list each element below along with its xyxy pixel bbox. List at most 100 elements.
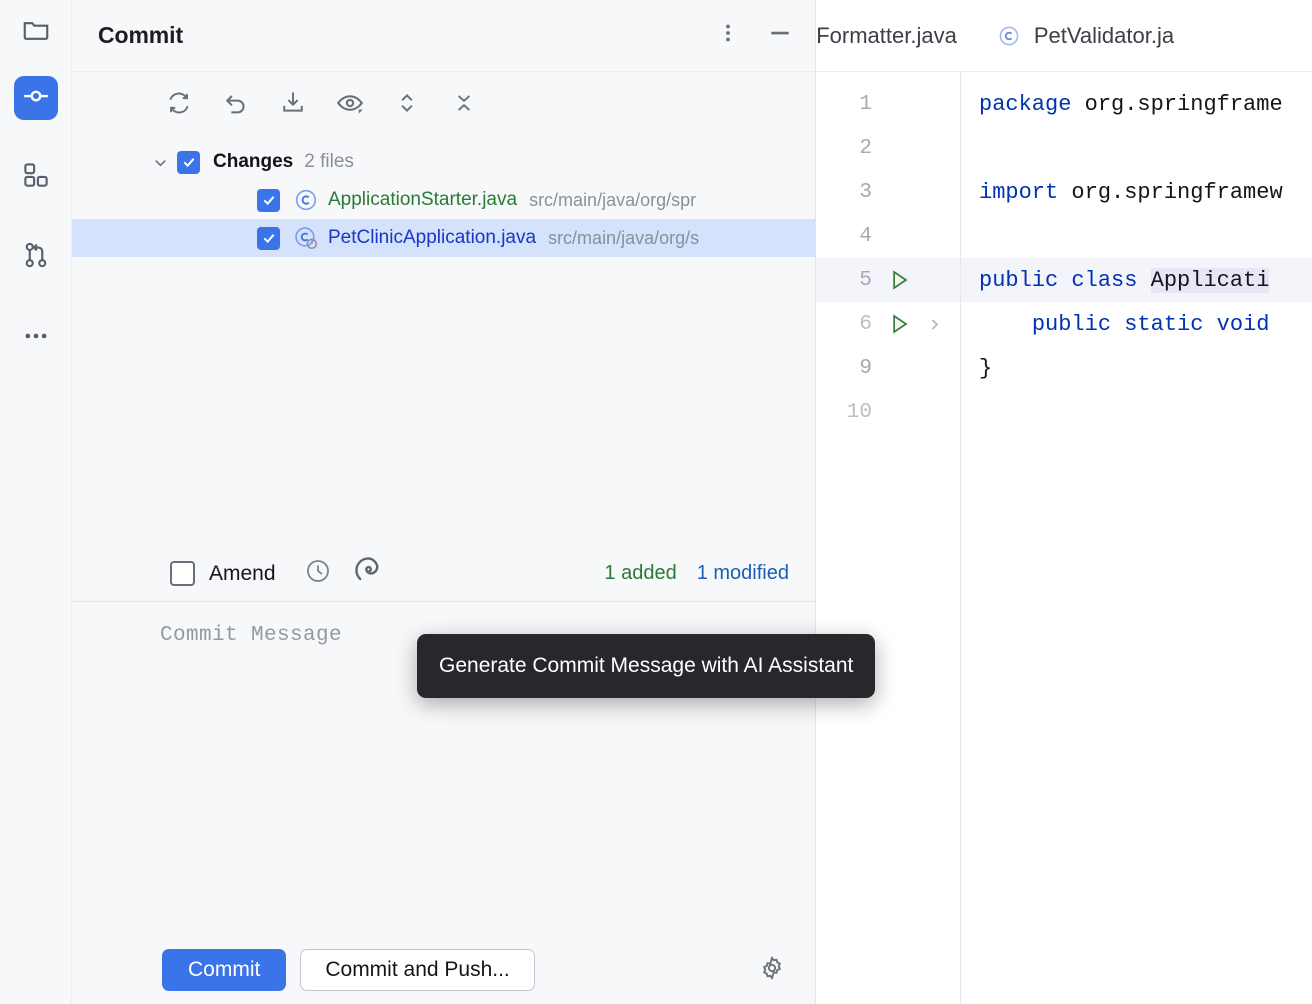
- tab-petvalidator[interactable]: PetValidator.ja: [977, 0, 1194, 72]
- sidebar-item-commit[interactable]: [14, 76, 58, 120]
- line-number: 9: [816, 357, 872, 380]
- gutter-line: 4: [816, 214, 960, 258]
- preview-diff-button[interactable]: [335, 90, 365, 120]
- table-row[interactable]: ApplicationStarter.java src/main/java/or…: [72, 181, 815, 219]
- code-viewport: 1 2 3 4 5 6: [816, 72, 1312, 1004]
- code-indent: [979, 312, 1032, 337]
- status-badge-added: 1 added: [604, 562, 676, 585]
- code-token: import: [979, 180, 1058, 205]
- gear-icon: [758, 954, 786, 987]
- gutter-line: 2: [816, 126, 960, 170]
- code-line: }: [961, 346, 1312, 390]
- code-token: org.springframew: [1058, 180, 1282, 205]
- commit-button[interactable]: Commit: [162, 949, 286, 991]
- changes-root-checkbox[interactable]: [177, 151, 200, 174]
- file-checkbox[interactable]: [257, 189, 280, 212]
- collapse-chevrons-icon: [451, 89, 477, 122]
- clock-icon: [304, 557, 332, 590]
- code-line: [961, 214, 1312, 258]
- sidebar-item-project-folder[interactable]: [14, 10, 58, 54]
- expand-chevrons-icon: [394, 89, 420, 122]
- gutter-line: 1: [816, 82, 960, 126]
- folder-icon: [21, 15, 51, 50]
- commit-panel-header: Commit: [72, 0, 815, 72]
- refresh-changes-button[interactable]: [164, 90, 194, 120]
- amend-bar: Amend 1 added 1 modified: [72, 546, 815, 602]
- sidebar-item-structure[interactable]: [14, 155, 58, 199]
- changes-root-row[interactable]: Changes 2 files: [72, 143, 815, 181]
- line-number: 6: [816, 313, 872, 336]
- branch-merge-icon: [21, 240, 51, 275]
- gutter-line: 5: [816, 258, 960, 302]
- minimize-button[interactable]: [763, 19, 797, 53]
- page-title: Commit: [98, 22, 183, 49]
- status-badge-modified: 1 modified: [697, 562, 789, 585]
- code-line: [961, 390, 1312, 434]
- code-token: Applicati: [1151, 268, 1270, 293]
- commit-tool-window: Commit: [72, 0, 816, 1004]
- code-token: }: [979, 356, 992, 381]
- code-line: [961, 126, 1312, 170]
- header-actions: [711, 19, 815, 53]
- table-row[interactable]: PetClinicApplication.java src/main/java/…: [72, 219, 815, 257]
- line-number: 4: [816, 225, 872, 248]
- commit-and-push-button[interactable]: Commit and Push...: [300, 949, 534, 991]
- line-number: 10: [816, 401, 872, 424]
- code-line: import org.springframew: [961, 170, 1312, 214]
- file-path: src/main/java/org/spr: [529, 190, 696, 211]
- expand-all-button[interactable]: [392, 90, 422, 120]
- grid-squares-icon: [21, 160, 51, 195]
- run-method-button[interactable]: [882, 311, 916, 337]
- line-number: 1: [816, 93, 872, 116]
- activity-bar: [0, 0, 72, 1004]
- amend-label: Amend: [209, 562, 276, 586]
- code-text[interactable]: package org.springframe import org.sprin…: [961, 72, 1312, 1004]
- refresh-icon: [165, 89, 193, 122]
- ai-spiral-icon: [353, 556, 383, 591]
- code-line: public class Applicati: [961, 258, 1312, 302]
- collapse-all-button[interactable]: [449, 90, 479, 120]
- eye-icon: [335, 88, 365, 123]
- tab-label: PetValidator.ja: [1034, 23, 1174, 49]
- run-class-button[interactable]: [882, 267, 916, 293]
- undo-arrow-icon: [222, 89, 250, 122]
- tab-label: eFormatter.java: [816, 23, 957, 49]
- java-class-icon: [997, 24, 1021, 48]
- download-icon: [279, 89, 307, 122]
- sidebar-item-more[interactable]: [14, 316, 58, 360]
- changes-root-label: Changes: [213, 151, 293, 173]
- ide-window: Commit: [0, 0, 1312, 1004]
- ai-generate-tooltip: Generate Commit Message with AI Assistan…: [417, 634, 875, 698]
- changes-file-count: 2 files: [304, 151, 354, 173]
- tab-formatter[interactable]: eFormatter.java: [816, 0, 977, 72]
- line-number: 3: [816, 181, 872, 204]
- fold-chevron-icon[interactable]: [922, 316, 946, 333]
- line-number: 5: [816, 269, 872, 292]
- editor-area: eFormatter.java PetValidator.ja 1 2 3 4: [816, 0, 1312, 1004]
- change-stats: 1 added 1 modified: [604, 562, 815, 585]
- file-name: PetClinicApplication.java: [328, 227, 536, 249]
- code-token: public class: [979, 268, 1151, 293]
- file-checkbox[interactable]: [257, 227, 280, 250]
- commit-node-icon: [21, 81, 51, 116]
- gutter-line: 10: [816, 390, 960, 434]
- gutter-line: 3: [816, 170, 960, 214]
- editor-gutter: 1 2 3 4 5 6: [816, 72, 961, 1004]
- changes-tree: Changes 2 files ApplicationStarter.java …: [72, 138, 815, 546]
- code-token: public static void: [1032, 312, 1270, 337]
- more-options-button[interactable]: [711, 19, 745, 53]
- code-line: public static void: [961, 302, 1312, 346]
- ellipsis-icon: [21, 321, 51, 356]
- gutter-line: 6: [816, 302, 960, 346]
- minimize-icon: [765, 18, 795, 53]
- editor-tabbar: eFormatter.java PetValidator.ja: [816, 0, 1312, 72]
- amend-checkbox[interactable]: [170, 561, 195, 586]
- rollback-button[interactable]: [221, 90, 251, 120]
- gutter-line: 9: [816, 346, 960, 390]
- update-project-button[interactable]: [278, 90, 308, 120]
- sidebar-item-pull-requests[interactable]: [14, 235, 58, 279]
- chevron-down-icon[interactable]: [149, 151, 171, 173]
- commit-history-button[interactable]: [302, 558, 334, 590]
- ai-assistant-generate-button[interactable]: [352, 558, 384, 590]
- commit-settings-button[interactable]: [755, 953, 789, 987]
